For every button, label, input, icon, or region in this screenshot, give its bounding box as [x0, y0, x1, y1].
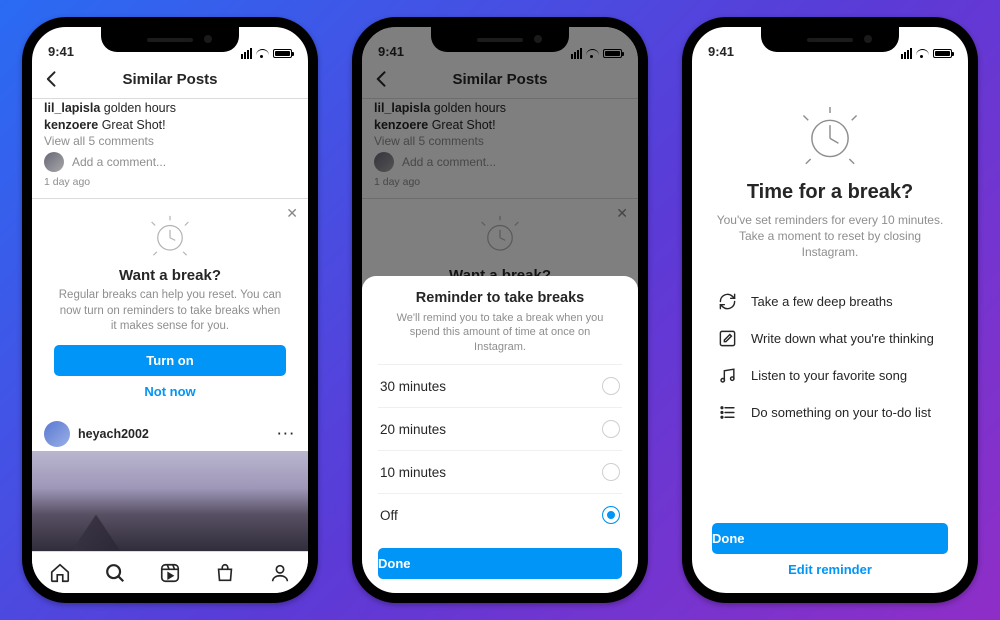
radio-icon — [602, 420, 620, 438]
tip-label: Write down what you're thinking — [751, 331, 934, 346]
comment-user: kenzoere — [44, 118, 98, 132]
done-button[interactable]: Done — [378, 548, 622, 579]
radio-icon — [602, 463, 620, 481]
music-icon — [718, 366, 737, 385]
close-icon[interactable]: ✕ — [286, 205, 298, 222]
status-time: 9:41 — [48, 44, 74, 59]
break-prompt-card: ✕ Want a break? Regular breaks can help … — [32, 198, 308, 413]
comment-text: golden hours — [104, 101, 176, 115]
phone-time-for-break: 9:41 Time for a break? You've set remind… — [682, 17, 978, 603]
tip-item: Do something on your to-do list — [718, 394, 942, 431]
comment-item[interactable]: kenzoere Great Shot! — [32, 116, 308, 133]
shop-icon[interactable] — [214, 562, 236, 584]
comment-item[interactable]: lil_lapisla golden hours — [32, 99, 308, 116]
avatar — [44, 421, 70, 447]
phone-want-a-break: 9:41 Similar Posts lil_lapisla golden ho… — [22, 17, 318, 603]
profile-icon[interactable] — [269, 562, 291, 584]
signal-icon — [901, 48, 912, 59]
tip-item: Write down what you're thinking — [718, 320, 942, 357]
more-icon[interactable]: ··· — [278, 427, 297, 441]
refresh-icon — [718, 292, 737, 311]
sheet-title: Reminder to take breaks — [378, 290, 622, 306]
post-age: 1 day ago — [32, 172, 308, 194]
reminder-sheet: Reminder to take breaks We'll remind you… — [362, 276, 638, 593]
post-header[interactable]: heyach2002 ··· — [32, 413, 308, 451]
battery-icon — [933, 49, 952, 58]
view-all-comments[interactable]: View all 5 comments — [32, 133, 308, 148]
tip-label: Take a few deep breaths — [751, 294, 893, 309]
edit-reminder-button[interactable]: Edit reminder — [708, 554, 952, 581]
avatar — [44, 152, 64, 172]
status-time: 9:41 — [708, 44, 734, 59]
tips-list: Take a few deep breaths Write down what … — [714, 283, 946, 431]
back-button[interactable] — [42, 69, 62, 89]
option-30-min[interactable]: 30 minutes — [378, 364, 622, 407]
comment-user: lil_lapisla — [44, 101, 100, 115]
list-icon — [718, 403, 737, 422]
not-now-button[interactable]: Not now — [50, 376, 290, 403]
turn-on-button[interactable]: Turn on — [54, 345, 286, 376]
sheet-subtitle: We'll remind you to take a break when yo… — [378, 306, 622, 364]
tip-item: Take a few deep breaths — [718, 283, 942, 320]
post-image[interactable] — [32, 451, 308, 557]
option-10-min[interactable]: 10 minutes — [378, 450, 622, 493]
signal-icon — [241, 48, 252, 59]
clock-icon — [50, 211, 290, 263]
search-icon[interactable] — [104, 562, 126, 584]
option-off[interactable]: Off — [378, 493, 622, 536]
status-icons — [241, 48, 292, 59]
radio-icon-selected — [602, 506, 620, 524]
tip-label: Do something on your to-do list — [751, 405, 931, 420]
battery-icon — [273, 49, 292, 58]
break-title: Time for a break? — [714, 181, 946, 204]
prompt-title: Want a break? — [50, 267, 290, 284]
nav-header: Similar Posts — [32, 61, 308, 99]
add-comment-placeholder: Add a comment... — [72, 155, 166, 169]
home-icon[interactable] — [49, 562, 71, 584]
post-username: heyach2002 — [78, 427, 149, 441]
tip-label: Listen to your favorite song — [751, 368, 907, 383]
clock-icon — [714, 87, 946, 171]
wifi-icon — [916, 49, 929, 59]
done-button[interactable]: Done — [712, 523, 948, 554]
tip-item: Listen to your favorite song — [718, 357, 942, 394]
comment-text: Great Shot! — [102, 118, 166, 132]
break-subtitle: You've set reminders for every 10 minute… — [714, 212, 946, 261]
reels-icon[interactable] — [159, 562, 181, 584]
radio-icon — [602, 377, 620, 395]
option-20-min[interactable]: 20 minutes — [378, 407, 622, 450]
prompt-body: Regular breaks can help you reset. You c… — [50, 288, 290, 335]
add-comment[interactable]: Add a comment... — [32, 148, 308, 172]
wifi-icon — [256, 49, 269, 59]
phone-reminder-sheet: 9:41 Similar Posts lil_lapisla golden ho… — [352, 17, 648, 603]
page-title: Similar Posts — [122, 71, 217, 88]
edit-icon — [718, 329, 737, 348]
tab-bar — [32, 551, 308, 593]
